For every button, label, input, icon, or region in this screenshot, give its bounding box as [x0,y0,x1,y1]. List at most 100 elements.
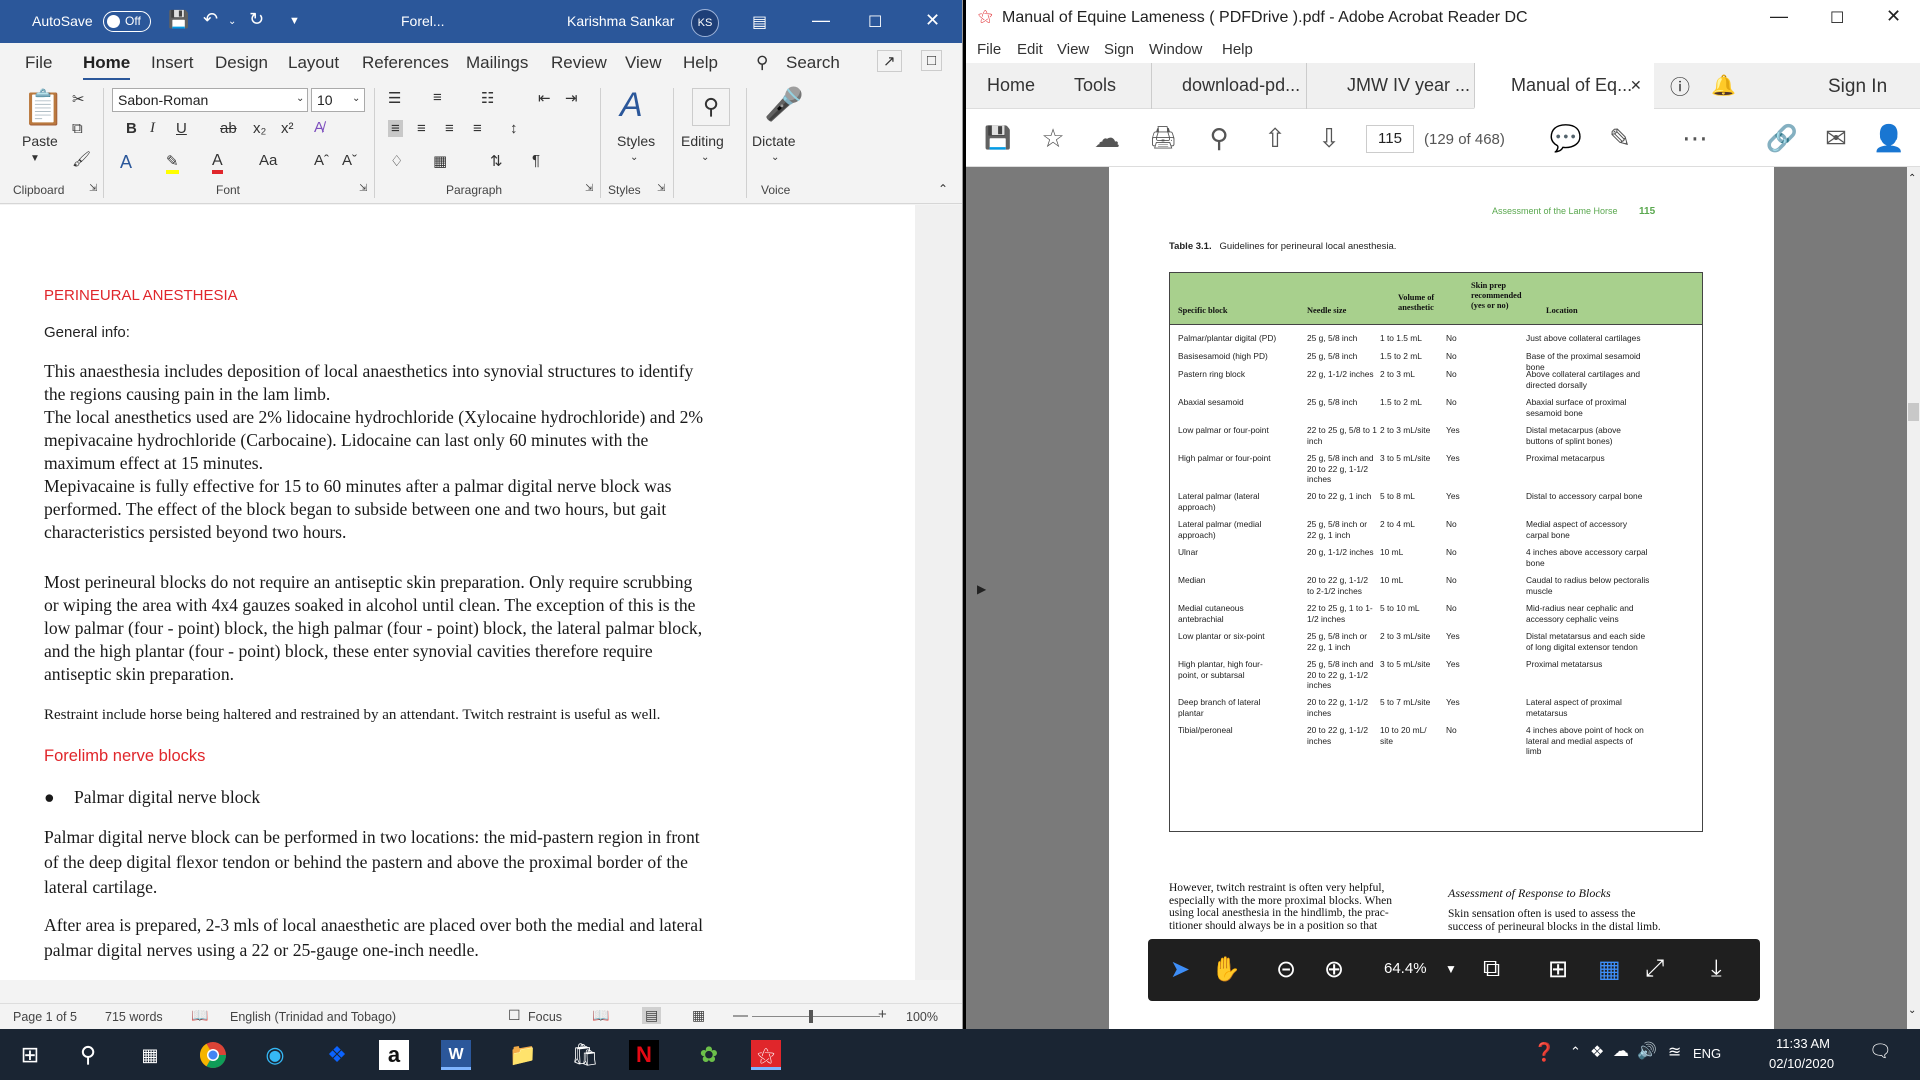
styles-dropdown-icon[interactable]: ⌄ [630,152,638,163]
justify-icon[interactable]: ≡ [473,120,482,137]
font-launcher-icon[interactable]: ⇲ [359,183,367,194]
scroll-down-icon[interactable]: ⌄ [1908,1005,1916,1016]
bullets-icon[interactable]: ☰ [388,89,401,107]
language-indicator[interactable]: ENG [1693,1046,1721,1061]
collapse-ribbon-icon[interactable]: ⌃ [938,182,948,196]
zoom-slider-track[interactable] [752,1016,880,1017]
sign-in-button[interactable]: Sign In [1828,63,1887,109]
zoom-out-icon[interactable]: ⊝ [1276,955,1296,984]
app-icon[interactable]: ✿ [689,1037,729,1073]
styles-icon[interactable]: A [620,86,643,125]
tab-help[interactable]: Help [683,53,718,73]
email-icon[interactable]: ✉ [1819,121,1853,155]
format-painter-icon[interactable]: 🖌 [72,150,91,168]
multilevel-list-icon[interactable]: ☷ [481,89,494,107]
proofing-icon[interactable]: 📖 [191,1007,208,1024]
tab-insert[interactable]: Insert [151,53,194,73]
redo-icon[interactable]: ↻ [249,9,264,30]
comment-icon[interactable]: 💬 [1549,121,1583,155]
subscript-button[interactable]: x₂ [253,120,266,137]
increase-indent-icon[interactable]: ⇥ [565,89,578,107]
print-icon[interactable]: 🖨 [1146,121,1180,155]
paste-dropdown-icon[interactable]: ▼ [30,153,40,164]
bookmark-star-icon[interactable]: ☆ [1036,121,1070,155]
start-windows-icon[interactable]: ⊞ [10,1037,50,1073]
menu-sign[interactable]: Sign [1104,41,1134,58]
italic-button[interactable]: I [150,120,155,137]
styles-button[interactable]: Styles [617,133,655,149]
cut-icon[interactable]: ✂ [72,90,85,108]
zoom-out-icon[interactable]: — [733,1007,748,1024]
text-effects-icon[interactable]: A [120,152,132,173]
full-screen-icon[interactable]: ⤢ [1645,955,1664,983]
grow-font-button[interactable]: Aˆ [314,152,329,169]
add-user-icon[interactable]: 👤 [1872,121,1906,155]
dropbox-tray-icon[interactable]: ❖ [1590,1042,1604,1062]
upload-cloud-icon[interactable]: ☁ [1090,121,1124,155]
print-layout-icon[interactable]: ▤ [642,1007,662,1024]
tab-home[interactable]: Home [83,53,131,81]
menu-view[interactable]: View [1057,41,1089,58]
zoom-search-icon[interactable]: ⚲ [1202,121,1236,155]
tab-layout[interactable]: Layout [288,53,339,73]
ribbon-display-icon[interactable]: ▤ [752,12,767,32]
focus-icon[interactable]: ☐ [508,1007,521,1024]
tab-doc-manual[interactable]: Manual of Eq... [1474,63,1654,109]
chrome-icon[interactable] [193,1037,233,1073]
line-spacing-icon[interactable]: ↕ [510,120,518,137]
word-count[interactable]: 715 words [105,1010,163,1024]
numbering-icon[interactable]: ≡ [433,89,442,106]
editing-button[interactable]: Editing [681,133,724,149]
page-number-input[interactable]: 115 [1366,125,1414,153]
styles-launcher-icon[interactable]: ⇲ [657,183,665,194]
edge-icon[interactable]: ◉ [255,1037,295,1073]
next-page-icon[interactable]: ⇩ [1312,121,1346,155]
underline-button[interactable]: U [176,120,187,137]
store-icon[interactable]: 🛍 [565,1037,605,1073]
language-status[interactable]: English (Trinidad and Tobago) [230,1010,396,1024]
tab-tools[interactable]: Tools [1074,63,1116,109]
user-avatar[interactable]: KS [691,9,719,37]
hand-tool-icon[interactable]: ✋ [1211,955,1241,984]
zoom-level[interactable]: 100% [906,1010,938,1024]
search-icon[interactable]: ⚲ [68,1037,108,1073]
search-label[interactable]: Search [786,53,840,73]
tab-review[interactable]: Review [551,53,607,73]
menu-edit[interactable]: Edit [1017,41,1043,58]
tab-doc-jmw[interactable]: JMW IV year ... [1306,63,1474,109]
close-tab-icon[interactable]: ✕ [1630,63,1642,109]
amazon-icon[interactable]: a [379,1040,409,1070]
autosave-toggle[interactable]: Off [103,11,151,32]
file-explorer-icon[interactable]: 📁 [503,1037,543,1073]
clock-time[interactable]: 11:33 AM [1776,1036,1830,1051]
minimize-icon[interactable]: — [812,10,830,31]
share-link-icon[interactable]: 🔗 [1765,121,1799,155]
search-icon[interactable]: ⚲ [756,53,768,73]
menu-file[interactable]: File [977,41,1001,58]
share-icon[interactable]: ↗ [877,50,902,72]
zoom-in-icon[interactable]: + [878,1006,887,1023]
tab-references[interactable]: References [362,53,449,73]
highlight-icon[interactable]: ✎ [166,152,179,174]
read-mode-icon[interactable]: 📖 [592,1007,609,1024]
wifi-icon[interactable]: ≊ [1668,1042,1681,1062]
task-view-icon[interactable]: ▦ [130,1037,170,1073]
decrease-indent-icon[interactable]: ⇤ [538,89,551,107]
page-display-icon[interactable]: ⧉ [1483,955,1500,983]
menu-window[interactable]: Window [1149,41,1202,58]
left-panel-toggle-icon[interactable]: ▶ [977,582,986,596]
maximize-icon[interactable]: ☐ [868,12,882,32]
more-tools-icon[interactable]: ⋯ [1678,121,1712,155]
download-icon[interactable]: ⤓ [1711,955,1722,983]
align-center-icon[interactable]: ≡ [417,120,426,137]
zoom-slider-thumb[interactable] [809,1010,813,1023]
focus-button[interactable]: Focus [528,1010,562,1024]
document-name[interactable]: Forel... [401,13,445,29]
borders-icon[interactable]: ▦ [433,152,447,170]
bold-button[interactable]: B [126,120,137,137]
show-marks-icon[interactable]: ¶ [532,152,540,169]
change-case-button[interactable]: Aa [259,152,277,169]
pdf-scrollbar[interactable]: ⌃ ⌄ [1907,167,1920,1029]
document-page[interactable]: PERINEURAL ANESTHESIA General info: This… [0,205,915,980]
paragraph-launcher-icon[interactable]: ⇲ [585,183,593,194]
